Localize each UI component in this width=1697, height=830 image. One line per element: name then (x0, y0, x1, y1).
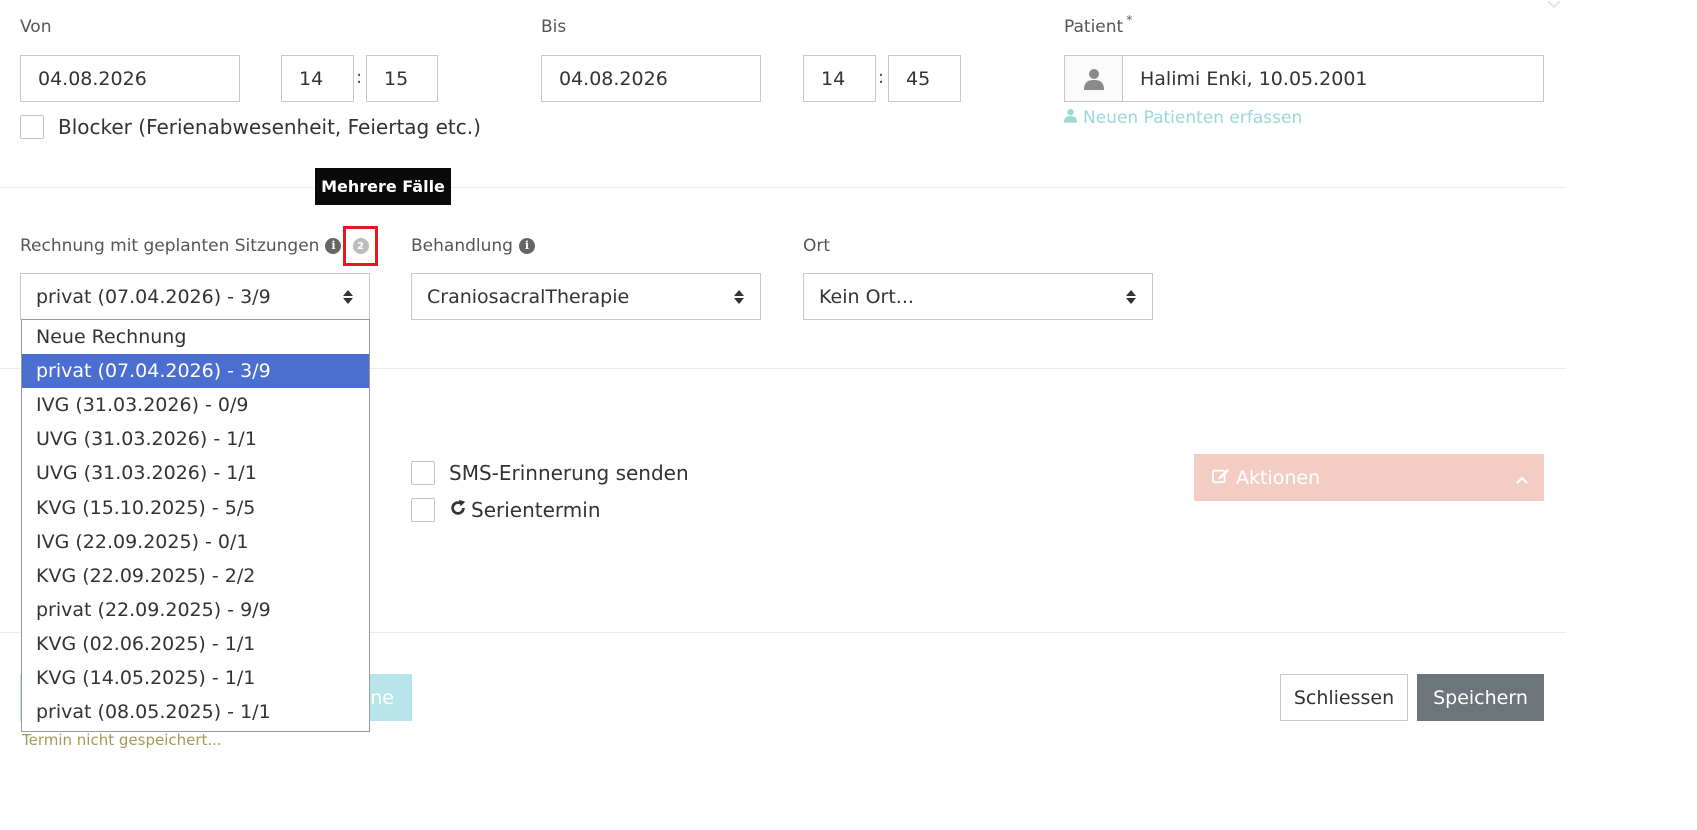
invoice-label-wrap: Rechnung mit geplanten Sitzungen i (20, 236, 342, 256)
select-arrows-icon (734, 289, 744, 304)
save-status-text: Termin nicht gespeichert... (22, 731, 222, 749)
recurring-checkbox[interactable] (411, 498, 435, 522)
patient-label: Patient * (1064, 13, 1132, 37)
location-select-value: Kein Ort... (819, 285, 914, 308)
treatment-select-value: CraniosacralTherapie (427, 285, 630, 308)
treatment-select[interactable]: CraniosacralTherapie (411, 273, 761, 320)
blocker-label: Blocker (Ferienabwesenheit, Feiertag etc… (58, 115, 481, 139)
invoice-dropdown-list[interactable]: Neue Rechnung privat (07.04.2026) - 3/9 IV… (21, 319, 370, 732)
invoice-option[interactable]: KVG (22.09.2025) - 2/2 (22, 559, 369, 593)
location-label: Ort (803, 236, 831, 256)
from-date-input[interactable]: 04.08.2026 (20, 55, 240, 102)
invoice-select[interactable]: privat (07.04.2026) - 3/9 (20, 273, 370, 320)
new-patient-link[interactable]: Neuen Patienten erfassen (1064, 108, 1302, 128)
modal-close-icon[interactable] (1546, 0, 1562, 15)
invoice-option[interactable]: IVG (31.03.2026) - 0/9 (22, 388, 369, 422)
save-button[interactable]: Speichern (1417, 674, 1544, 721)
invoice-option[interactable]: KVG (15.10.2025) - 5/5 (22, 490, 369, 524)
edit-icon (1212, 467, 1230, 489)
location-select[interactable]: Kein Ort... (803, 273, 1153, 320)
invoice-option[interactable]: KVG (14.05.2025) - 1/1 (22, 661, 369, 695)
to-hour-input[interactable]: 14 (803, 55, 876, 102)
from-hour-input[interactable]: 14 (281, 55, 354, 102)
required-mark: * (1126, 13, 1133, 27)
section-divider-top (0, 187, 1566, 188)
to-time-separator: : (878, 67, 885, 88)
recurring-label-wrap: Serientermin (449, 498, 601, 522)
sms-reminder-label: SMS-Erinnerung senden (449, 461, 689, 485)
recurring-label: Serientermin (471, 498, 601, 522)
from-time-separator: : (356, 67, 363, 88)
treatment-label-wrap: Behandlung i (411, 236, 535, 256)
actions-button[interactable]: Aktionen (1194, 454, 1544, 501)
refresh-icon (449, 498, 467, 522)
from-label: Von (20, 17, 52, 37)
patient-label-text: Patient (1064, 17, 1124, 37)
info-icon[interactable]: i (325, 238, 342, 254)
invoice-label: Rechnung mit geplanten Sitzungen (20, 236, 320, 256)
patient-field[interactable]: Halimi Enki, 10.05.2001 (1064, 55, 1544, 102)
to-date-input[interactable]: 04.08.2026 (541, 55, 761, 102)
actions-label: Aktionen (1236, 466, 1321, 489)
multiple-cases-badge-highlight[interactable]: 2 (343, 226, 378, 266)
user-plus-icon (1064, 108, 1077, 128)
invoice-option[interactable]: IVG (22.09.2025) - 0/1 (22, 525, 369, 559)
sms-reminder-checkbox[interactable] (411, 461, 435, 485)
invoice-option[interactable]: privat (22.09.2025) - 9/9 (22, 593, 369, 627)
invoice-option[interactable]: privat (07.04.2026) - 3/9 (22, 354, 369, 389)
invoice-option[interactable]: UVG (31.03.2026) - 1/1 (22, 456, 369, 490)
info-icon[interactable]: i (518, 238, 535, 254)
user-icon (1065, 56, 1123, 101)
from-minute-input[interactable]: 15 (366, 55, 438, 102)
new-patient-link-text: Neuen Patienten erfassen (1083, 108, 1303, 128)
select-arrows-icon (1126, 289, 1136, 304)
invoice-select-value: privat (07.04.2026) - 3/9 (36, 285, 271, 308)
close-button[interactable]: Schliessen (1280, 674, 1408, 721)
multiple-cases-tooltip: Mehrere Fälle (315, 168, 451, 205)
chevron-up-icon (1516, 467, 1528, 489)
invoice-option[interactable]: KVG (02.06.2025) - 1/1 (22, 627, 369, 661)
invoice-option[interactable]: privat (08.05.2025) - 1/1 (22, 695, 369, 729)
invoice-option[interactable]: UVG (31.03.2026) - 1/1 (22, 422, 369, 456)
to-minute-input[interactable]: 45 (888, 55, 961, 102)
to-label: Bis (541, 17, 567, 37)
select-arrows-icon (343, 289, 353, 304)
treatment-label: Behandlung (411, 236, 513, 256)
patient-input[interactable]: Halimi Enki, 10.05.2001 (1123, 56, 1368, 101)
case-count-badge: 2 (352, 238, 369, 254)
invoice-option[interactable]: Neue Rechnung (22, 320, 369, 354)
blocker-checkbox[interactable] (20, 115, 44, 139)
